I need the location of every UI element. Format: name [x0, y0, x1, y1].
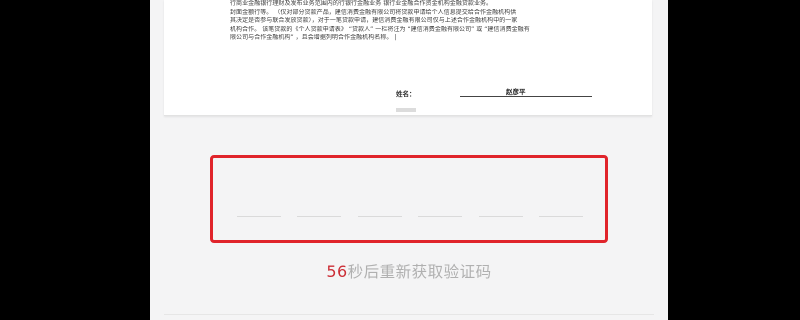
code-digit-slot-4[interactable]: [418, 216, 463, 217]
contract-text-line: 行商业金融银行理财及发布业务范围内的行银行金融业务 银行业金融合作资金机构金融贷…: [230, 0, 493, 7]
contract-text-line: 限公司与合作金融机构” ，且会增据列明合作金融机构名称。 |: [230, 34, 397, 42]
date-placeholder: [396, 108, 416, 112]
verification-code-input[interactable]: [210, 155, 608, 243]
code-digit-slot-6[interactable]: [538, 216, 583, 217]
signature-line: [460, 96, 592, 97]
code-digit-slot-5[interactable]: [478, 216, 523, 217]
resend-code-countdown[interactable]: 56秒后重新获取验证码: [150, 260, 668, 282]
contract-text-line: 其决定是否参与联合发放贷款），对于一笔贷款申请，建信消费金融有限公司仅与上述合作…: [230, 17, 518, 25]
divider: [164, 314, 654, 315]
signature-label: 姓名：: [396, 90, 416, 98]
phone-screen: 行商业金融银行理财及发布业务范围内的行银行金融业务 银行业金融合作资金机构金融贷…: [150, 0, 668, 320]
contract-text-line: 封面金额行等。 （仅对部分贷款产品，建信消费金融有限公司将贷款申请给个人信息提交…: [230, 8, 517, 16]
signature-row: 姓名： 赵彦平: [396, 86, 596, 100]
signature-name: 赵彦平: [506, 88, 526, 96]
countdown-text: 秒后重新获取验证码: [347, 263, 492, 281]
code-digit-slots[interactable]: [237, 216, 583, 218]
code-digit-slot-3[interactable]: [357, 216, 402, 217]
contract-text: 行商业金融银行理财及发布业务范围内的行银行金融业务 银行业金融合作资金机构金融贷…: [230, 0, 600, 43]
code-digit-slot-1[interactable]: [237, 216, 281, 217]
contract-document-preview: 行商业金融银行理财及发布业务范围内的行银行金融业务 银行业金融合作资金机构金融贷…: [164, 0, 652, 116]
code-digit-slot-2[interactable]: [297, 216, 342, 217]
countdown-seconds: 56: [326, 262, 348, 281]
contract-text-line: 机构合作。 该笔贷款的《个人贷款申请表》 “贷款人” 一栏将注为 “建信消费金融…: [230, 25, 530, 33]
